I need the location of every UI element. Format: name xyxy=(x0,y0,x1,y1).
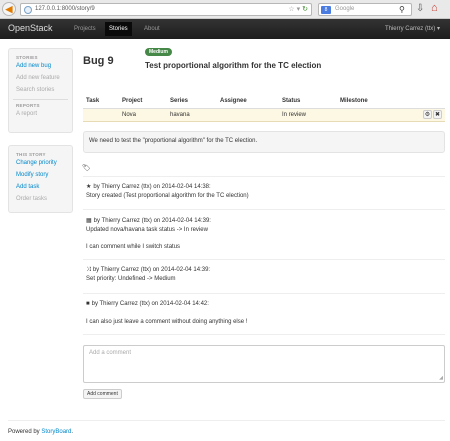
column-header-series: Series xyxy=(167,95,217,109)
event-header: by Thierry Carrez (ttx) on 2014-02-04 14… xyxy=(93,184,211,190)
tasks-table-header: Task Project Series Assignee Status Mile… xyxy=(83,95,445,109)
resize-grip-icon[interactable]: ◢ xyxy=(439,375,443,381)
bug-id-title: Bug 9 xyxy=(83,55,114,67)
event-body: Updated nova/havana task status -> In re… xyxy=(86,227,208,233)
timeline-event: ■ by Thierry Carrez (ttx) on 2014-02-04 1… xyxy=(86,300,209,309)
search-placeholder: Google xyxy=(335,6,355,12)
event-header: by Thierry Carrez (ttx) on 2014-02-04 14… xyxy=(92,267,211,273)
comment-placeholder: Add a comment xyxy=(89,350,132,356)
footer-suffix: . xyxy=(71,429,74,435)
comment-textarea[interactable]: Add a comment ◢ xyxy=(83,345,445,383)
edit-task-cog-icon[interactable]: ⚙ xyxy=(423,110,432,119)
back-arrow-icon[interactable]: ◀ xyxy=(2,2,16,16)
search-icon[interactable]: ⚲ xyxy=(399,5,409,15)
event-header: by Thierry Carrez (ttx) on 2014-02-04 14… xyxy=(93,218,211,224)
sidebar-this-story: THIS STORY Change priority Modify story … xyxy=(8,145,73,213)
url-text: 127.0.0.1:8000/story/9 xyxy=(35,6,95,12)
tags-icon[interactable]: 🏷 xyxy=(82,164,91,172)
divider xyxy=(83,209,445,210)
browser-toolbar: ◀ 127.0.0.1:8000/story/9 ☆ ▾ ↻ 8 Google … xyxy=(0,0,450,19)
sidebar-item-add-task[interactable]: Add task xyxy=(16,181,72,193)
divider xyxy=(83,293,445,294)
add-comment-button[interactable]: Add comment xyxy=(83,389,122,399)
reload-icon[interactable]: ↻ xyxy=(302,6,308,13)
event-header: by Thierry Carrez (ttx) on 2014-02-04 14… xyxy=(91,301,209,307)
list-icon: ▦ xyxy=(86,218,92,224)
bookmark-star-icon[interactable]: ☆ xyxy=(288,6,294,13)
column-header-project: Project xyxy=(119,95,167,109)
footer-divider xyxy=(8,420,445,421)
sidebar-item-change-priority[interactable]: Change priority xyxy=(16,157,72,169)
footer: Powered by StoryBoard. xyxy=(8,429,73,435)
column-header-actions xyxy=(417,95,445,109)
divider xyxy=(83,259,445,260)
search-engine-icon[interactable]: 8 xyxy=(321,6,331,14)
home-icon[interactable]: ⌂ xyxy=(431,2,438,14)
timeline-event: ⤨ by Thierry Carrez (ttx) on 2014-02-04 1… xyxy=(86,266,210,284)
globe-icon xyxy=(24,6,32,14)
timeline-event: ▦ by Thierry Carrez (ttx) on 2014-02-04 1… xyxy=(86,217,211,235)
sidebar-item-search-stories: Search stories xyxy=(16,87,55,93)
sidebar-stories: STORIES Add new bug Add new feature Sear… xyxy=(8,48,73,133)
column-header-task: Task xyxy=(83,95,119,109)
event-body: Set priority: Undefined -> Medium xyxy=(86,276,176,282)
event-comment: I can also just leave a comment without … xyxy=(86,319,248,325)
browser-search-box[interactable]: 8 Google ⚲ xyxy=(318,3,412,16)
assignee-cell xyxy=(217,108,279,122)
delete-task-close-icon[interactable]: ✖ xyxy=(433,110,442,119)
event-comment: I can comment while I switch status xyxy=(86,244,181,250)
user-menu[interactable]: Thierry Carrez (ttx) ▾ xyxy=(385,22,440,36)
series-cell: havana xyxy=(167,108,217,122)
dropdown-arrow-icon[interactable]: ▾ xyxy=(297,6,301,13)
sidebar-divider xyxy=(13,99,68,100)
user-name: Thierry Carrez (ttx) xyxy=(384,26,436,32)
tasks-table: Task Project Series Assignee Status Mile… xyxy=(83,95,445,122)
column-header-status: Status xyxy=(279,95,337,109)
divider xyxy=(83,176,445,177)
top-navbar: OpenStack Projects Stories About Thierry… xyxy=(0,19,450,39)
event-body: Story created (Test proportional algorit… xyxy=(86,193,249,199)
priority-badge: Medium xyxy=(145,48,172,56)
sidebar-item-add-new-feature: Add new feature xyxy=(16,75,60,81)
sidebar-item-modify-story[interactable]: Modify story xyxy=(16,169,72,181)
sidebar-item-add-new-bug[interactable]: Add new bug xyxy=(16,60,72,72)
column-header-milestone: Milestone xyxy=(337,95,417,109)
random-icon: ⤨ xyxy=(86,267,91,273)
status-cell: In review xyxy=(279,108,337,122)
nav-about[interactable]: About xyxy=(140,22,164,36)
storyboard-link[interactable]: StoryBoard xyxy=(41,429,71,435)
table-row[interactable]: Nova havana In review ⚙ ✖ xyxy=(83,108,445,122)
milestone-cell xyxy=(337,108,417,122)
story-description: We need to test the "proportional algori… xyxy=(83,131,445,153)
brand-logo[interactable]: OpenStack xyxy=(8,23,53,33)
divider xyxy=(83,334,445,335)
footer-prefix: Powered by xyxy=(8,429,42,435)
download-icon[interactable]: ⇩ xyxy=(416,3,424,14)
project-cell: Nova xyxy=(119,108,167,122)
timeline-event: ★ by Thierry Carrez (ttx) on 2014-02-04 1… xyxy=(86,183,249,201)
sidebar-item-a-report: A report xyxy=(16,111,38,117)
caret-down-icon: ▾ xyxy=(436,26,440,32)
url-bar-icons: ☆ ▾ ↻ xyxy=(288,5,308,13)
column-header-assignee: Assignee xyxy=(217,95,279,109)
row-actions: ⚙ ✖ xyxy=(417,108,445,122)
nav-stories[interactable]: Stories xyxy=(105,22,132,36)
url-bar[interactable]: 127.0.0.1:8000/story/9 ☆ ▾ ↻ xyxy=(20,3,312,16)
sidebar-item-order-tasks: Order tasks xyxy=(16,196,48,202)
nav-projects[interactable]: Projects xyxy=(70,22,100,36)
star-icon: ★ xyxy=(86,184,92,190)
comment-icon: ■ xyxy=(86,301,90,307)
task-cell xyxy=(83,108,119,122)
story-title: Test proportional algorithm for the TC e… xyxy=(145,61,322,70)
